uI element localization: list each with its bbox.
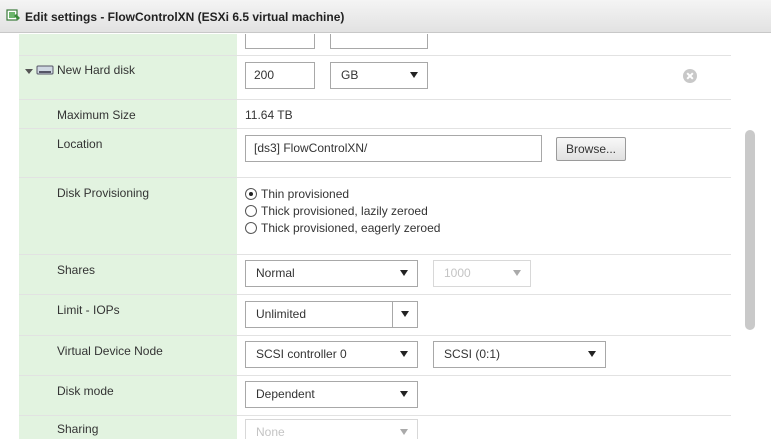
limit-iops-value: Unlimited xyxy=(256,307,307,321)
radio-circle xyxy=(245,222,257,234)
provisioning-row: Disk Provisioning Thin provisioned Thick… xyxy=(19,178,731,255)
location-row: Location [ds3] FlowControlXN/ Browse... xyxy=(19,129,731,178)
chevron-down-icon xyxy=(400,391,408,397)
previous-input[interactable] xyxy=(245,34,315,49)
hard-disk-name: New Hard disk xyxy=(57,63,136,77)
disk-size-unit-value: GB xyxy=(341,68,359,82)
hard-disk-icon xyxy=(36,65,54,75)
limit-iops-label: Limit - IOPs xyxy=(57,303,120,317)
scsi-slot-value: SCSI (0:1) xyxy=(444,347,501,361)
disk-mode-select[interactable]: Dependent xyxy=(245,381,418,408)
chevron-down-icon xyxy=(513,270,521,276)
shares-value: Normal xyxy=(256,266,295,280)
radio-circle xyxy=(245,205,257,217)
vdn-label: Virtual Device Node xyxy=(57,344,163,358)
scsi-slot-select[interactable]: SCSI (0:1) xyxy=(433,341,606,368)
shares-select[interactable]: Normal xyxy=(245,260,418,287)
virtual-device-node-row: Virtual Device Node SCSI controller 0 SC… xyxy=(19,336,731,376)
chevron-down-icon xyxy=(588,351,596,357)
sharing-select: None xyxy=(245,419,418,439)
radio-label: Thin provisioned xyxy=(261,187,350,201)
controller-select[interactable]: SCSI controller 0 xyxy=(245,341,418,368)
previous-setting-row xyxy=(19,34,731,56)
sharing-row: Sharing None xyxy=(19,416,731,439)
window-titlebar: Edit settings - FlowControlXN (ESXi 6.5 … xyxy=(0,0,771,33)
provisioning-label: Disk Provisioning xyxy=(57,186,150,200)
browse-button[interactable]: Browse... xyxy=(556,137,627,161)
disk-mode-label: Disk mode xyxy=(57,384,114,398)
hard-disk-row: New Hard disk 200 GB xyxy=(19,56,731,100)
remove-circle-icon[interactable] xyxy=(683,69,697,83)
sharing-label: Sharing xyxy=(57,422,99,436)
shares-number-field: 1000 xyxy=(433,260,531,287)
previous-select[interactable] xyxy=(330,34,428,49)
caret-down-icon[interactable] xyxy=(25,67,33,75)
settings-panel: New Hard disk 200 GB Maximum Size 11.64 … xyxy=(19,34,731,439)
controller-value: SCSI controller 0 xyxy=(256,347,347,361)
disk-size-unit-select[interactable]: GB xyxy=(330,62,428,89)
disk-mode-row: Disk mode Dependent xyxy=(19,376,731,416)
location-input[interactable]: [ds3] FlowControlXN/ xyxy=(245,135,542,162)
radio-dot xyxy=(249,192,253,196)
chevron-down-icon xyxy=(400,429,408,435)
chevron-down-icon[interactable] xyxy=(401,311,409,317)
window-title: Edit settings - FlowControlXN (ESXi 6.5 … xyxy=(25,10,345,24)
vertical-scrollbar[interactable] xyxy=(745,130,755,330)
limit-iops-row: Limit - IOPs Unlimited xyxy=(19,295,731,336)
shares-row: Shares Normal 1000 xyxy=(19,255,731,295)
location-label: Location xyxy=(57,137,103,151)
shares-number-value: 1000 xyxy=(444,266,471,280)
radio-label: Thick provisioned, eagerly zeroed xyxy=(261,221,441,235)
max-size-row: Maximum Size 11.64 TB xyxy=(19,100,731,129)
radio-label: Thick provisioned, lazily zeroed xyxy=(261,204,428,218)
disk-mode-value: Dependent xyxy=(256,387,315,401)
shares-label: Shares xyxy=(57,263,96,277)
radio-circle xyxy=(245,188,257,200)
chevron-down-icon xyxy=(400,351,408,357)
chevron-down-icon xyxy=(400,270,408,276)
max-size-value: 11.64 TB xyxy=(245,108,293,122)
limit-iops-combo[interactable]: Unlimited xyxy=(245,301,418,328)
sharing-value: None xyxy=(256,425,285,439)
vm-edit-icon xyxy=(6,9,20,21)
max-size-label: Maximum Size xyxy=(57,108,136,122)
chevron-down-icon xyxy=(410,72,418,78)
disk-size-input[interactable]: 200 xyxy=(245,62,315,89)
